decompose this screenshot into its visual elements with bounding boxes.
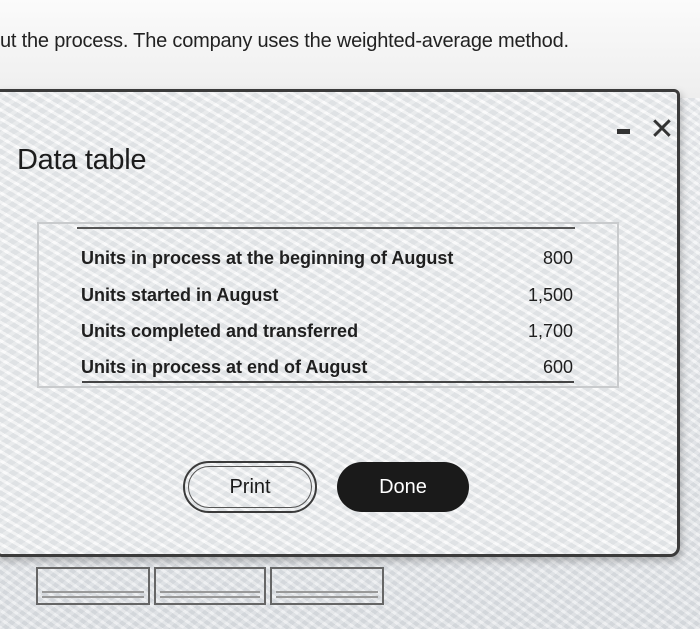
table-row: Units in process at end of August 600 xyxy=(79,353,577,383)
answer-input-cell[interactable] xyxy=(36,567,150,605)
instruction-text: ut the process. The company uses the wei… xyxy=(0,30,569,52)
row-value: 800 xyxy=(542,248,573,268)
table-row: Units completed and transferred 1,700 xyxy=(79,317,577,347)
close-button[interactable]: ✕ xyxy=(647,115,677,145)
row-label: Units completed and transferred xyxy=(81,321,359,341)
table-row: Units started in August 1,500 xyxy=(79,281,577,311)
table-top-rule xyxy=(77,227,575,229)
print-button-label: Print xyxy=(229,475,271,498)
row-label: Units started in August xyxy=(81,285,279,305)
row-value: 600 xyxy=(542,357,573,377)
done-button-label: Done xyxy=(379,475,427,498)
question-area: ut the process. The company uses the wei… xyxy=(0,0,700,98)
row-value: 1,500 xyxy=(527,285,573,305)
done-button[interactable]: Done xyxy=(337,462,469,512)
answer-input-cell[interactable] xyxy=(270,567,384,605)
row-label: Units in process at the beginning of Aug… xyxy=(81,248,454,268)
minimize-button[interactable] xyxy=(608,115,638,145)
minimize-icon xyxy=(616,128,630,134)
dialog-title: Data table xyxy=(17,144,147,176)
close-icon: ✕ xyxy=(649,113,675,146)
table-row: Units in process at the beginning of Aug… xyxy=(79,244,577,274)
row-label: Units in process at end of August xyxy=(81,357,368,377)
print-button[interactable]: Print xyxy=(183,461,317,513)
table-bottom-rule xyxy=(82,381,574,383)
row-value: 1,700 xyxy=(527,321,573,341)
answer-input-cell[interactable] xyxy=(154,567,266,605)
data-table-dialog: Data table ✕ Units in process at the beg… xyxy=(0,89,680,557)
